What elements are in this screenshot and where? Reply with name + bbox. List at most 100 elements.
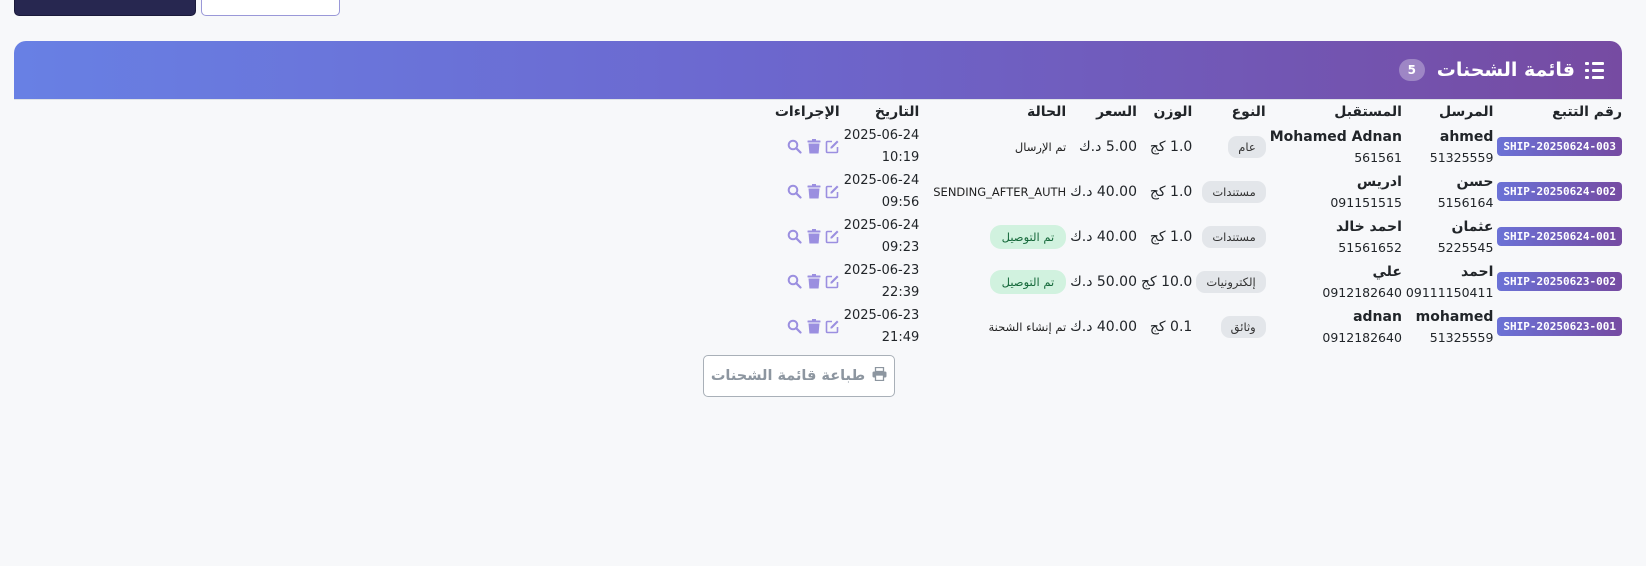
receiver-name: علي <box>1372 263 1402 280</box>
column-header-sender: المرسل <box>1438 104 1494 120</box>
table-row: SHIP-20250624-001 عثمان 5225545 احمد خال… <box>761 214 1622 259</box>
top-secondary-button[interactable] <box>201 0 340 16</box>
trash-icon[interactable] <box>806 229 821 244</box>
column-header-price: السعر <box>1096 104 1137 120</box>
time-value: 09:23 <box>881 239 920 255</box>
time-value: 21:49 <box>881 329 920 345</box>
date-value: 2025-06-24 <box>843 127 920 143</box>
search-icon[interactable] <box>787 184 802 199</box>
sender-phone: 5225545 <box>1437 239 1494 255</box>
receiver-name: Mohamed Adnan <box>1269 128 1402 145</box>
time-value: 09:56 <box>881 194 920 210</box>
weight-cell: 1.0 كج <box>1149 138 1193 155</box>
sender-name: عثمان <box>1451 218 1494 235</box>
receiver-name: احمد خالد <box>1335 218 1402 235</box>
trash-icon[interactable] <box>806 139 821 154</box>
top-primary-button[interactable] <box>14 0 196 16</box>
weight-cell: 1.0 كج <box>1149 183 1193 200</box>
table-row: SHIP-20250624-003 ahmed 51325559 Mohamed… <box>761 124 1622 169</box>
table-header-row: رقم التتبع المرسل المستقبل النوع الوزن ا… <box>761 100 1622 124</box>
receiver-phone: 0912182640 <box>1322 284 1402 300</box>
receiver-cell: علي 0912182640 <box>1266 259 1402 304</box>
shipment-count-badge: 5 <box>1398 59 1425 81</box>
tracking-cell: SHIP-20250624-001 <box>1493 214 1622 259</box>
date-cell: 2025-06-23 22:39 <box>840 259 920 304</box>
price-cell: 40.00 د.ك <box>1070 228 1137 245</box>
price-cell: 50.00 د.ك <box>1070 273 1137 290</box>
sender-name: حسن <box>1456 173 1494 190</box>
column-header-date: التاريخ <box>874 104 920 120</box>
column-header-type: النوع <box>1231 104 1266 120</box>
weight-cell: 0.1 كج <box>1149 318 1193 335</box>
receiver-cell: adnan 0912182640 <box>1266 304 1402 349</box>
status-cell: تم التوصيل <box>919 259 1067 304</box>
edit-icon[interactable] <box>825 274 840 289</box>
actions-cell <box>761 124 840 169</box>
sender-phone: 09111150411 <box>1405 284 1494 300</box>
actions-cell <box>761 304 840 349</box>
receiver-cell: Mohamed Adnan 561561 <box>1266 124 1402 169</box>
weight-cell: 10.0 كج <box>1140 273 1193 290</box>
date-cell: 2025-06-24 10:19 <box>840 124 920 169</box>
date-cell: 2025-06-24 09:56 <box>840 169 920 214</box>
tracking-number-badge[interactable]: SHIP-20250624-001 <box>1497 227 1622 246</box>
sender-phone: 51325559 <box>1429 149 1494 165</box>
actions-cell <box>761 169 840 214</box>
sender-name: ahmed <box>1439 128 1494 145</box>
tracking-number-badge[interactable]: SHIP-20250623-001 <box>1497 317 1622 336</box>
edit-icon[interactable] <box>825 229 840 244</box>
tracking-cell: SHIP-20250623-002 <box>1493 259 1622 304</box>
type-badge: وثائق <box>1220 315 1266 338</box>
table-row: SHIP-20250623-001 mohamed 51325559 adnan… <box>761 304 1622 349</box>
edit-icon[interactable] <box>825 319 840 334</box>
sender-name: mohamed <box>1415 308 1494 325</box>
shipments-table: رقم التتبع المرسل المستقبل النوع الوزن ا… <box>761 100 1622 349</box>
panel-title: قائمة الشحنات <box>1436 59 1575 81</box>
sender-phone: 51325559 <box>1429 329 1494 345</box>
type-badge: مستندات <box>1202 180 1266 203</box>
tracking-number-badge[interactable]: SHIP-20250624-002 <box>1497 182 1622 201</box>
price-cell: 40.00 د.ك <box>1070 318 1137 335</box>
trash-icon[interactable] <box>806 319 821 334</box>
type-badge: إلكترونيات <box>1196 270 1266 293</box>
receiver-name: ادريس <box>1356 173 1402 190</box>
receiver-phone: 51561652 <box>1338 239 1402 255</box>
date-cell: 2025-06-24 09:23 <box>840 214 920 259</box>
receiver-cell: ادريس 091151515 <box>1266 169 1402 214</box>
column-header-tracking: رقم التتبع <box>1552 104 1622 120</box>
type-cell: مستندات <box>1192 214 1266 259</box>
search-icon[interactable] <box>787 319 802 334</box>
edit-icon[interactable] <box>825 184 840 199</box>
status-badge: تم التوصيل <box>989 224 1067 249</box>
sender-cell: mohamed 51325559 <box>1402 304 1494 349</box>
status-cell: SENDING_AFTER_AUTH <box>919 169 1066 214</box>
column-header-status: الحالة <box>1027 104 1067 120</box>
receiver-phone: 0912182640 <box>1322 329 1402 345</box>
tracking-number-badge[interactable]: SHIP-20250624-003 <box>1497 137 1622 156</box>
date-cell: 2025-06-23 21:49 <box>840 304 920 349</box>
trash-icon[interactable] <box>806 274 821 289</box>
actions-cell <box>761 214 840 259</box>
search-icon[interactable] <box>787 139 802 154</box>
trash-icon[interactable] <box>806 184 821 199</box>
status-badge: تم الإرسال <box>1014 139 1067 154</box>
type-cell: وثائق <box>1192 304 1266 349</box>
tracking-number-badge[interactable]: SHIP-20250623-002 <box>1497 272 1622 291</box>
time-value: 10:19 <box>881 149 920 165</box>
printer-icon <box>872 366 887 385</box>
tracking-cell: SHIP-20250623-001 <box>1493 304 1622 349</box>
edit-icon[interactable] <box>825 139 840 154</box>
status-cell: تم الإرسال <box>919 124 1066 169</box>
search-icon[interactable] <box>787 274 802 289</box>
status-badge: SENDING_AFTER_AUTH <box>933 184 1067 199</box>
search-icon[interactable] <box>787 229 802 244</box>
sender-name: احمد <box>1461 263 1494 280</box>
column-header-receiver: المستقبل <box>1334 104 1402 120</box>
column-header-weight: الوزن <box>1153 104 1193 120</box>
sender-cell: حسن 5156164 <box>1402 169 1494 214</box>
status-badge: تم التوصيل <box>989 269 1067 294</box>
print-shipments-button[interactable]: طباعة قائمة الشحنات <box>703 355 895 397</box>
price-cell: 40.00 د.ك <box>1070 183 1137 200</box>
type-cell: إلكترونيات <box>1192 259 1266 304</box>
print-button-label: طباعة قائمة الشحنات <box>710 368 866 384</box>
